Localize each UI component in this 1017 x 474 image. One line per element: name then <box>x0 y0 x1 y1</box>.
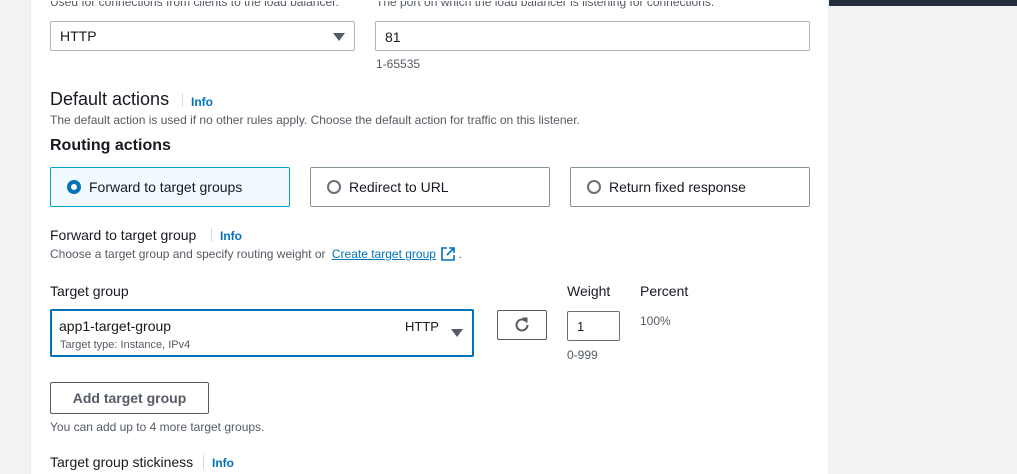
refresh-icon <box>515 317 529 332</box>
forward-description: Choose a target group and specify routin… <box>50 247 326 261</box>
percent-value: 100% <box>640 314 671 328</box>
target-group-protocol: HTTP <box>405 319 439 334</box>
routing-option-fixed-response[interactable]: Return fixed response <box>570 167 810 207</box>
forward-info-link[interactable]: Info <box>220 229 242 243</box>
forward-description-line: Choose a target group and specify routin… <box>50 247 462 261</box>
forward-description-period: . <box>458 247 462 261</box>
stickiness-title: Target group stickiness <box>50 454 194 470</box>
protocol-hint: Used for connections from clients to the… <box>50 1 339 9</box>
default-actions-description: The default action is used if no other r… <box>50 113 580 127</box>
radio-unselected-icon <box>587 180 601 194</box>
routing-actions-title: Routing actions <box>50 137 171 154</box>
weight-input[interactable]: 1 <box>567 311 620 341</box>
radio-unselected-icon <box>327 180 341 194</box>
routing-option-forward[interactable]: Forward to target groups <box>50 167 290 207</box>
target-group-label: Target group <box>50 283 129 299</box>
forward-title: Forward to target group <box>50 227 197 243</box>
routing-option-redirect-label: Redirect to URL <box>349 179 449 195</box>
add-target-group-hint: You can add up to 4 more target groups. <box>50 420 265 434</box>
external-link-icon[interactable] <box>441 247 456 261</box>
protocol-select-value: HTTP <box>60 28 97 44</box>
percent-label: Percent <box>640 283 689 299</box>
refresh-button[interactable] <box>497 310 547 340</box>
target-group-name: app1-target-group <box>59 318 172 334</box>
port-input[interactable]: 81 <box>375 21 810 51</box>
caret-down-icon <box>451 329 463 337</box>
radio-selected-icon <box>67 180 81 194</box>
divider <box>203 455 204 469</box>
target-group-select[interactable]: app1-target-group Target type: Instance,… <box>50 309 474 357</box>
weight-range-hint: 0-999 <box>567 348 598 362</box>
default-actions-info-link[interactable]: Info <box>191 95 213 109</box>
weight-input-value: 1 <box>577 319 585 334</box>
weight-label: Weight <box>567 283 611 299</box>
caret-down-icon <box>333 33 345 41</box>
stickiness-info-link[interactable]: Info <box>212 456 234 470</box>
default-actions-title: Default actions <box>50 89 170 109</box>
divider <box>211 228 212 242</box>
target-group-type: Target type: Instance, IPv4 <box>60 339 191 351</box>
routing-option-forward-label: Forward to target groups <box>89 179 243 195</box>
port-input-value: 81 <box>385 29 401 45</box>
port-range-hint: 1-65535 <box>376 57 421 71</box>
create-target-group-link[interactable]: Create target group <box>332 247 436 261</box>
routing-option-redirect[interactable]: Redirect to URL <box>310 167 550 207</box>
protocol-select[interactable]: HTTP <box>50 21 355 51</box>
divider <box>182 93 183 107</box>
routing-option-fixed-response-label: Return fixed response <box>609 179 746 195</box>
add-target-group-button[interactable]: Add target group <box>50 382 209 414</box>
port-hint: The port on which the load balancer is l… <box>376 1 715 9</box>
console-header-strip <box>820 0 1017 6</box>
